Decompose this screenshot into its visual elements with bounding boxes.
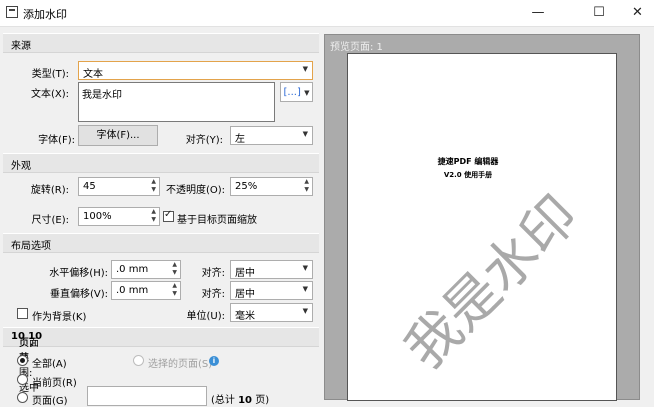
opacity-value: 25% — [235, 181, 258, 192]
document-subtitle: V2.0 使用手册 — [443, 171, 493, 179]
spin-arrows-icon[interactable]: ▲ ▼ — [172, 282, 177, 298]
window-title: 添加水印 — [23, 8, 67, 21]
unit-select[interactable]: 毫米 ▼ — [230, 303, 313, 322]
page-range-heading: 页面范围: 选中 10 页，共 10 页 — [11, 331, 43, 394]
font-button[interactable]: 字体(F)... — [78, 125, 158, 146]
info-icon[interactable]: i — [209, 356, 219, 366]
align-label: 对齐(Y): — [185, 135, 223, 146]
document-title: 捷速PDF 编辑器 — [437, 157, 499, 166]
all-pages-radio[interactable] — [17, 355, 28, 366]
pages-radio[interactable] — [17, 392, 28, 403]
chevron-down-icon: ▼ — [302, 130, 308, 138]
watermark-text-input[interactable]: 我是水印 — [78, 82, 275, 122]
appearance-section-header: 外观 — [3, 153, 319, 173]
source-heading: 来源 — [11, 41, 31, 52]
v-align-select[interactable]: 居中 ▼ — [230, 281, 313, 300]
watermark-text-value: 我是水印 — [82, 90, 122, 101]
opacity-spinbox[interactable]: 25% ▲ ▼ — [230, 177, 313, 196]
insert-field-label: [...] — [283, 87, 301, 98]
scale-to-page-checkbox[interactable] — [163, 209, 174, 222]
source-section-header: 来源 — [3, 33, 319, 53]
h-offset-spinbox[interactable]: .0 mm ▲ ▼ — [111, 260, 181, 279]
preview-page-label: 预览页面: 1 — [330, 42, 383, 53]
watermark-preview: 我是水印 — [392, 183, 591, 381]
app-icon — [6, 6, 18, 18]
rotation-label: 旋转(R): — [30, 185, 69, 196]
current-page-label: 当前页(R) — [32, 378, 77, 389]
v-offset-label: 垂直偏移(V): — [49, 289, 108, 300]
spin-arrows-icon[interactable]: ▲ ▼ — [151, 208, 156, 224]
rotation-spinbox[interactable]: 45 ▲ ▼ — [78, 177, 160, 196]
opacity-label: 不透明度(O): — [165, 185, 225, 196]
align-value: 左 — [235, 134, 245, 145]
current-page-radio[interactable] — [17, 374, 28, 385]
type-select[interactable]: 文本 ▼ — [78, 61, 313, 80]
h-align-label: 对齐: — [201, 268, 225, 279]
unit-value: 毫米 — [235, 311, 255, 322]
v-align-label: 对齐: — [201, 289, 225, 300]
chevron-down-icon: ▼ — [302, 307, 308, 315]
pages-input[interactable] — [87, 386, 207, 406]
minimize-button[interactable]: — — [515, 0, 561, 26]
h-align-value: 居中 — [235, 268, 255, 279]
insert-field-button[interactable]: [...] ▼ — [280, 82, 313, 102]
font-label: 字体(F): — [38, 135, 75, 146]
selected-pages-radio[interactable] — [133, 355, 144, 366]
all-pages-label: 全部(A) — [32, 359, 67, 370]
chevron-down-icon: ▼ — [302, 264, 308, 272]
as-background-checkbox[interactable] — [17, 308, 28, 319]
type-label: 类型(T): — [31, 69, 69, 80]
maximize-button[interactable]: ☐ — [576, 0, 622, 26]
v-offset-spinbox[interactable]: .0 mm ▲ ▼ — [111, 281, 181, 300]
v-align-value: 居中 — [235, 289, 255, 300]
text-label: 文本(X): — [30, 89, 69, 100]
layout-section-header: 布局选项 — [3, 233, 319, 253]
spin-arrows-icon[interactable]: ▲ ▼ — [172, 261, 177, 277]
preview-page: 捷速PDF 编辑器 V2.0 使用手册 我是水印 — [347, 53, 617, 401]
rotation-value: 45 — [83, 181, 96, 192]
scale-to-page-label: 基于目标页面缩放 — [177, 215, 257, 226]
spin-arrows-icon[interactable]: ▲ ▼ — [151, 178, 156, 194]
chevron-down-icon: ▼ — [302, 65, 308, 73]
title-bar: 添加水印 — ☐ ✕ — [0, 0, 654, 27]
appearance-heading: 外观 — [11, 161, 31, 172]
as-background-label: 作为背景(K) — [32, 312, 87, 323]
close-button[interactable]: ✕ — [621, 0, 654, 26]
page-range-section-header: 页面范围: 选中 10 页，共 10 页 — [3, 327, 319, 394]
size-value: 100% — [83, 211, 112, 222]
type-value: 文本 — [83, 69, 103, 80]
h-align-select[interactable]: 居中 ▼ — [230, 260, 313, 279]
chevron-down-icon: ▼ — [302, 285, 308, 293]
selected-pages-label: 选择的页面(S) — [148, 359, 213, 370]
align-select[interactable]: 左 ▼ — [230, 126, 313, 145]
size-label: 尺寸(E): — [31, 215, 70, 226]
spin-arrows-icon[interactable]: ▲ ▼ — [304, 178, 309, 194]
settings-panel: 来源 类型(T): 文本 ▼ 文本(X): 我是水印 [...] ▼ 字体(F)… — [3, 30, 319, 407]
h-offset-value: .0 mm — [116, 264, 149, 275]
layout-heading: 布局选项 — [11, 241, 51, 252]
pages-total: (总计 10 页) — [211, 395, 270, 406]
preview-area: 预览页面: 1 捷速PDF 编辑器 V2.0 使用手册 我是水印 — [324, 34, 640, 401]
right-edge — [640, 34, 654, 400]
h-offset-label: 水平偏移(H): — [49, 268, 108, 279]
v-offset-value: .0 mm — [116, 285, 149, 296]
unit-label: 单位(U): — [186, 311, 226, 322]
size-spinbox[interactable]: 100% ▲ ▼ — [78, 207, 160, 226]
chevron-down-icon: ▼ — [304, 89, 310, 97]
